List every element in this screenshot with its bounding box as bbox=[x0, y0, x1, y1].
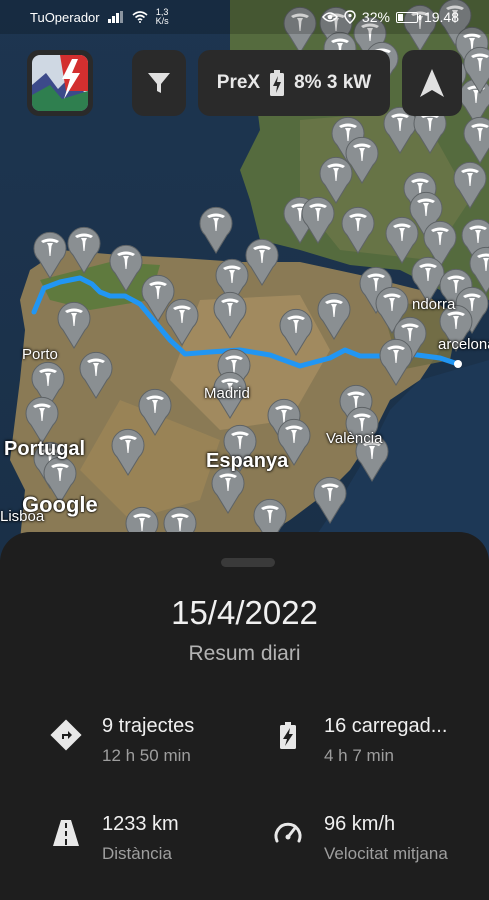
stat-trips-label: 12 h 50 min bbox=[102, 746, 191, 765]
route-icon bbox=[50, 719, 82, 751]
filter-button[interactable] bbox=[132, 50, 186, 116]
tesla-supercharger-icon[interactable] bbox=[211, 466, 245, 514]
map-label-andorra: ndorra bbox=[412, 296, 456, 313]
tesla-supercharger-icon[interactable] bbox=[453, 161, 487, 209]
filter-icon bbox=[148, 73, 170, 93]
tesla-supercharger-icon[interactable] bbox=[301, 196, 335, 244]
tesla-supercharger-icon[interactable] bbox=[385, 216, 419, 264]
tesla-supercharger-icon[interactable] bbox=[111, 428, 145, 476]
app-logo-icon bbox=[32, 55, 88, 111]
charge-status: 8% 3 kW bbox=[294, 72, 372, 93]
summary-title: Resum diari bbox=[188, 642, 301, 665]
battery-percent: 32% bbox=[361, 9, 390, 25]
navigation-button[interactable] bbox=[402, 50, 462, 116]
battery-charging-icon bbox=[270, 70, 285, 96]
tesla-supercharger-icon[interactable] bbox=[79, 351, 113, 399]
tesla-supercharger-icon[interactable] bbox=[279, 308, 313, 356]
stat-charges-value: 16 carregad... bbox=[324, 715, 448, 737]
map-label-madrid: Madrid bbox=[204, 385, 250, 402]
tesla-supercharger-icon[interactable] bbox=[469, 246, 489, 294]
map-label-barcelona: arcelona bbox=[438, 336, 489, 353]
navigation-arrow-icon bbox=[420, 69, 444, 97]
tesla-supercharger-icon[interactable] bbox=[25, 396, 59, 444]
carrier-name: TuOperador bbox=[30, 9, 100, 25]
tesla-supercharger-icon[interactable] bbox=[341, 206, 375, 254]
tesla-supercharger-icon[interactable] bbox=[138, 388, 172, 436]
daily-summary-sheet[interactable]: 15/4/2022 Resum diari 9 trajectes 12 h 5… bbox=[0, 532, 489, 900]
tesla-supercharger-icon[interactable] bbox=[33, 231, 67, 279]
stat-distance-value: 1233 km bbox=[102, 813, 179, 835]
car-status-chip[interactable]: PreX 8% 3 kW bbox=[198, 50, 390, 116]
tesla-supercharger-icon[interactable] bbox=[379, 338, 413, 386]
wifi-icon bbox=[132, 11, 148, 23]
tesla-supercharger-icon[interactable] bbox=[213, 291, 247, 339]
map-label-porto: Porto bbox=[22, 346, 58, 363]
stat-trips-value: 9 trajectes bbox=[102, 715, 195, 737]
tesla-supercharger-icon[interactable] bbox=[313, 476, 347, 524]
stat-distance-label: Distància bbox=[102, 844, 172, 863]
tesla-supercharger-icon[interactable] bbox=[109, 244, 143, 292]
network-speed-unit: K/s bbox=[155, 16, 169, 26]
tesla-supercharger-icon[interactable] bbox=[57, 301, 91, 349]
road-icon bbox=[53, 820, 79, 846]
tesla-supercharger-icon[interactable] bbox=[463, 116, 489, 164]
car-name: PreX bbox=[216, 72, 261, 93]
battery-icon bbox=[395, 11, 421, 23]
app-logo-button[interactable] bbox=[27, 50, 93, 116]
map-label-portugal: Portugal bbox=[4, 438, 86, 460]
eye-icon bbox=[321, 12, 338, 22]
google-attribution: Google bbox=[22, 492, 98, 517]
stat-speed-value: 96 km/h bbox=[324, 813, 396, 835]
tesla-supercharger-icon[interactable] bbox=[165, 298, 199, 346]
sheet-drag-handle[interactable] bbox=[221, 558, 275, 567]
clock: 19.48 bbox=[423, 9, 459, 25]
location-icon bbox=[344, 10, 356, 24]
map-label-valencia: València bbox=[326, 430, 383, 447]
tesla-supercharger-icon[interactable] bbox=[317, 292, 351, 340]
tesla-supercharger-icon[interactable] bbox=[199, 206, 233, 254]
battery-charging-icon bbox=[280, 722, 296, 749]
tesla-supercharger-icon[interactable] bbox=[245, 238, 279, 286]
signal-icon bbox=[107, 11, 123, 23]
tesla-supercharger-icon[interactable] bbox=[319, 156, 353, 204]
battery-level bbox=[397, 13, 404, 21]
stat-charges-label: 4 h 7 min bbox=[324, 746, 394, 765]
screen: Porto Portugal Madrid Espanya València L… bbox=[0, 0, 489, 900]
status-bar: TuOperador 1,3 K/s 32% 19.48 bbox=[0, 0, 489, 34]
map-label-espanya: Espanya bbox=[206, 450, 289, 472]
stat-speed-label: Velocitat mitjana bbox=[324, 844, 448, 863]
speedometer-icon bbox=[274, 822, 302, 843]
tesla-supercharger-icon[interactable] bbox=[67, 226, 101, 274]
summary-date: 15/4/2022 bbox=[171, 594, 318, 631]
network-speed: 1,3 K/s bbox=[156, 8, 169, 26]
